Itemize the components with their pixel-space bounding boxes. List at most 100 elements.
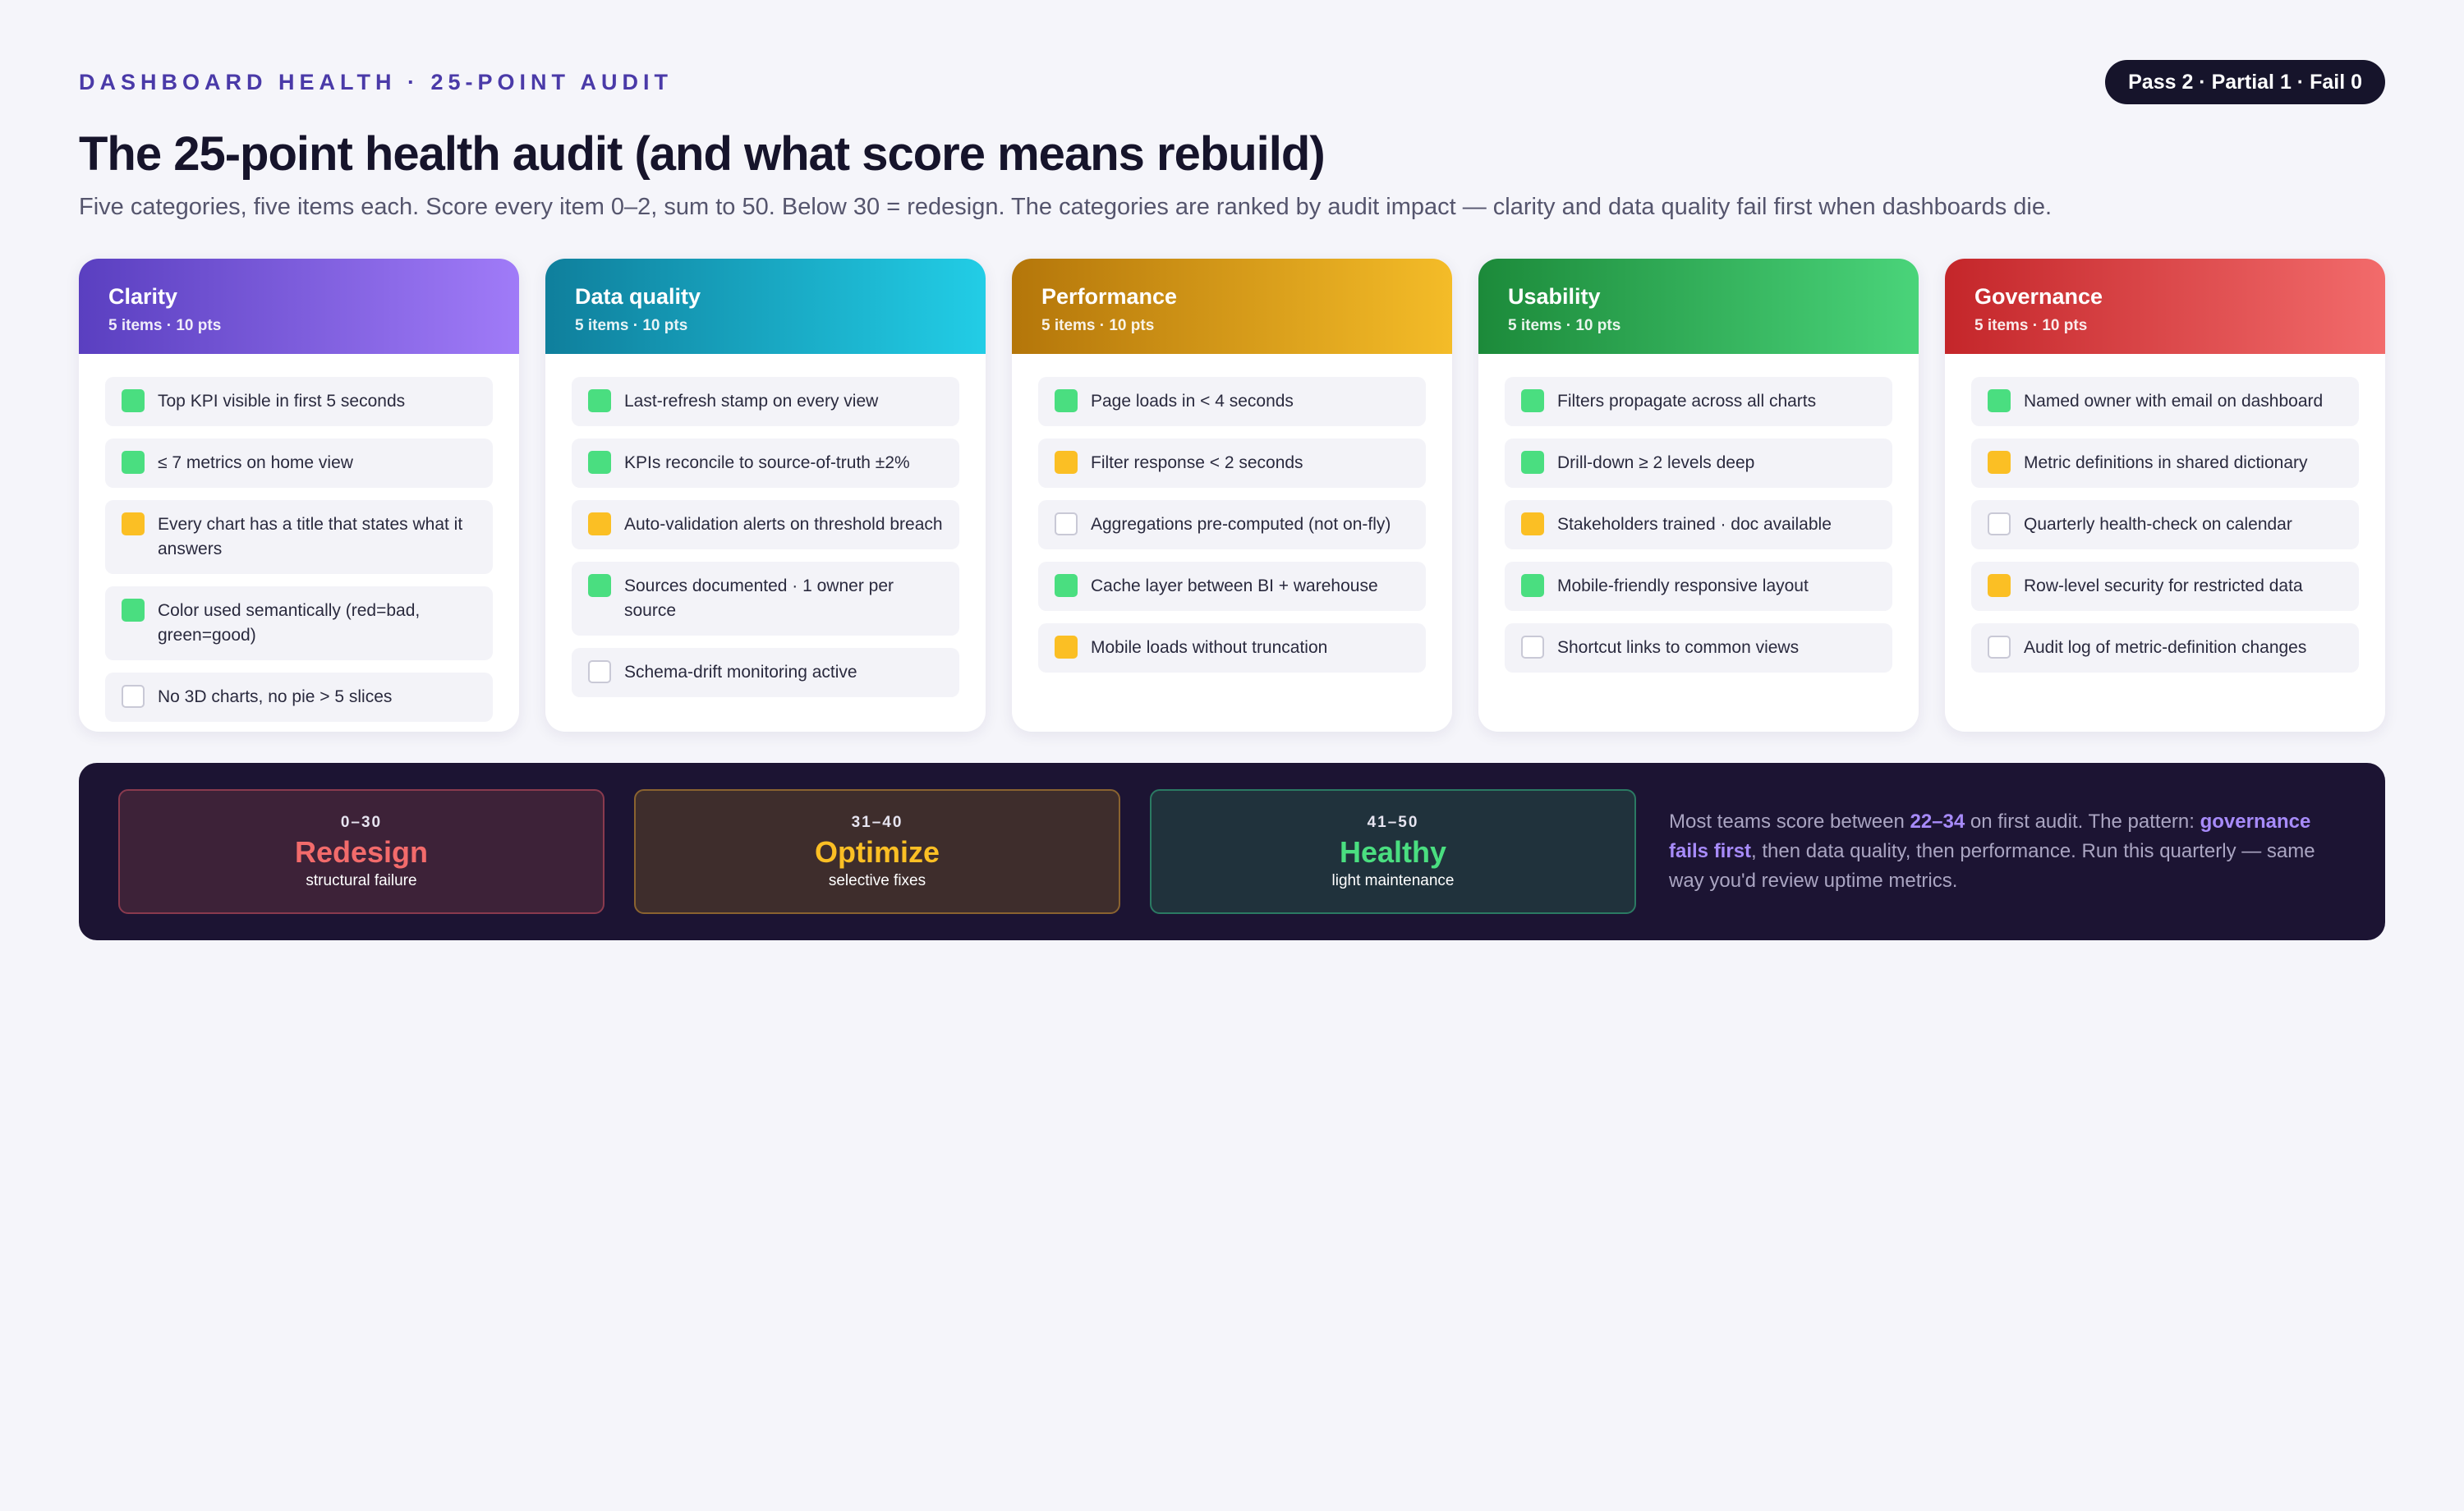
score-summary-badge: Pass 2 · Partial 1 · Fail 0 — [2105, 60, 2385, 104]
fail-checkbox[interactable] — [1055, 512, 1078, 536]
partial-checkbox[interactable] — [1988, 451, 2011, 475]
band-description: light maintenance — [1331, 872, 1455, 890]
fail-checkbox[interactable] — [1521, 636, 1544, 659]
partial-checkbox[interactable] — [1055, 636, 1078, 659]
checklist-item[interactable]: No 3D charts, no pie > 5 slices — [105, 673, 493, 723]
band-range: 0–30 — [340, 813, 383, 831]
fail-checkbox[interactable] — [1988, 512, 2011, 536]
category-header: Governance 5 items · 10 pts — [1945, 259, 2385, 355]
checklist-item[interactable]: Row-level security for restricted data — [1971, 562, 2359, 612]
category-header: Data quality 5 items · 10 pts — [545, 259, 986, 355]
partial-checkbox[interactable] — [122, 512, 145, 536]
pass-checkbox[interactable] — [122, 451, 145, 475]
score-legend: 0–30 Redesign structural failure 31–40 O… — [79, 763, 2385, 941]
checklist: Named owner with email on dashboard Metr… — [1945, 354, 2385, 673]
checklist-item[interactable]: Metric definitions in shared dictionary — [1971, 439, 2359, 489]
checklist-item-label: Metric definitions in shared dictionary — [2024, 453, 2308, 473]
checklist-item-label: Every chart has a title that states what… — [158, 515, 463, 559]
checklist-item-label: Page loads in < 4 seconds — [1091, 392, 1294, 411]
checklist-item[interactable]: Last-refresh stamp on every view — [572, 377, 959, 427]
checklist-item[interactable]: Cache layer between BI + warehouse — [1038, 562, 1426, 612]
category-meta: 5 items · 10 pts — [1508, 316, 1621, 334]
band-description: selective fixes — [828, 872, 926, 890]
category-header: Usability 5 items · 10 pts — [1478, 259, 1919, 355]
fail-checkbox[interactable] — [588, 660, 611, 684]
checklist-item[interactable]: ≤ 7 metrics on home view — [105, 439, 493, 489]
band-healthy: 41–50 Healthy light maintenance — [1150, 789, 1636, 915]
checklist-item-label: Mobile loads without truncation — [1091, 638, 1328, 658]
checklist-item[interactable]: KPIs reconcile to source-of-truth ±2% — [572, 439, 959, 489]
category-title: Governance — [1974, 284, 2103, 310]
category-card-governance: Governance 5 items · 10 pts Named owner … — [1945, 259, 2385, 733]
checklist-item[interactable]: Mobile loads without truncation — [1038, 623, 1426, 673]
pass-checkbox[interactable] — [588, 574, 611, 598]
category-title: Data quality — [575, 284, 701, 310]
pass-checkbox[interactable] — [588, 389, 611, 413]
pass-checkbox[interactable] — [1055, 389, 1078, 413]
checklist-item[interactable]: Filter response < 2 seconds — [1038, 439, 1426, 489]
checklist-item-label: Color used semantically (red=bad, green=… — [158, 601, 421, 645]
pass-checkbox[interactable] — [1988, 389, 2011, 413]
checklist-item[interactable]: Schema-drift monitoring active — [572, 648, 959, 698]
audit-note: Most teams score between 22–34 on first … — [1666, 807, 2346, 896]
checklist-item[interactable]: Color used semantically (red=bad, green=… — [105, 586, 493, 661]
category-card-performance: Performance 5 items · 10 pts Page loads … — [1012, 259, 1452, 733]
checklist-item[interactable]: Auto-validation alerts on threshold brea… — [572, 500, 959, 550]
checklist-item[interactable]: Named owner with email on dashboard — [1971, 377, 2359, 427]
category-meta: 5 items · 10 pts — [1974, 316, 2088, 334]
checklist-item[interactable]: Mobile-friendly responsive layout — [1505, 562, 1892, 612]
checklist-item-label: Filters propagate across all charts — [1557, 392, 1817, 411]
checklist-item-label: KPIs reconcile to source-of-truth ±2% — [624, 453, 910, 473]
partial-checkbox[interactable] — [1521, 512, 1544, 536]
category-title: Clarity — [108, 284, 178, 310]
checklist-item-label: Stakeholders trained · doc available — [1557, 515, 1832, 535]
checklist-item-label: Drill-down ≥ 2 levels deep — [1557, 453, 1755, 473]
top-bar: DASHBOARD HEALTH · 25-POINT AUDIT Pass 2… — [79, 59, 2385, 105]
note-text: on first audit. The pattern: — [1965, 811, 2200, 834]
category-cards: Clarity 5 items · 10 pts Top KPI visible… — [79, 259, 2385, 733]
pass-checkbox[interactable] — [122, 599, 145, 622]
note-text: , then data quality, then performance. R… — [1669, 840, 2315, 893]
checklist-item[interactable]: Quarterly health-check on calendar — [1971, 500, 2359, 550]
partial-checkbox[interactable] — [1988, 574, 2011, 598]
category-card-usability: Usability 5 items · 10 pts Filters propa… — [1478, 259, 1919, 733]
band-redesign: 0–30 Redesign structural failure — [118, 789, 605, 915]
checklist: Top KPI visible in first 5 seconds ≤ 7 m… — [79, 354, 519, 723]
checklist-item[interactable]: Page loads in < 4 seconds — [1038, 377, 1426, 427]
pass-checkbox[interactable] — [122, 389, 145, 413]
checklist-item[interactable]: Stakeholders trained · doc available — [1505, 500, 1892, 550]
pass-checkbox[interactable] — [588, 451, 611, 475]
pass-checkbox[interactable] — [1521, 574, 1544, 598]
checklist-item-label: Cache layer between BI + warehouse — [1091, 576, 1378, 596]
pass-checkbox[interactable] — [1521, 389, 1544, 413]
band-description: structural failure — [306, 872, 417, 890]
checklist-item[interactable]: Filters propagate across all charts — [1505, 377, 1892, 427]
checklist-item-label: Shortcut links to common views — [1557, 638, 1800, 658]
checklist-item[interactable]: Sources documented · 1 owner per source — [572, 562, 959, 636]
partial-checkbox[interactable] — [1055, 451, 1078, 475]
checklist-item-label: Mobile-friendly responsive layout — [1557, 576, 1809, 596]
pass-checkbox[interactable] — [1521, 451, 1544, 475]
category-card-clarity: Clarity 5 items · 10 pts Top KPI visible… — [79, 259, 519, 733]
checklist-item-label: No 3D charts, no pie > 5 slices — [158, 687, 393, 707]
partial-checkbox[interactable] — [588, 512, 611, 536]
band-optimize: 31–40 Optimize selective fixes — [634, 789, 1120, 915]
checklist-item[interactable]: Every chart has a title that states what… — [105, 500, 493, 575]
checklist-item-label: Row-level security for restricted data — [2024, 576, 2303, 596]
checklist-item-label: Last-refresh stamp on every view — [624, 392, 879, 411]
category-card-data-quality: Data quality 5 items · 10 pts Last-refre… — [545, 259, 986, 733]
fail-checkbox[interactable] — [1988, 636, 2011, 659]
checklist-item[interactable]: Top KPI visible in first 5 seconds — [105, 377, 493, 427]
checklist-item-label: Auto-validation alerts on threshold brea… — [624, 515, 943, 535]
checklist-item[interactable]: Aggregations pre-computed (not on-fly) — [1038, 500, 1426, 550]
checklist-item-label: Aggregations pre-computed (not on-fly) — [1091, 515, 1391, 535]
checklist-item-label: Quarterly health-check on calendar — [2024, 515, 2292, 535]
audit-page: DASHBOARD HEALTH · 25-POINT AUDIT Pass 2… — [79, 59, 2385, 941]
fail-checkbox[interactable] — [122, 685, 145, 709]
note-highlight-range: 22–34 — [1910, 811, 1965, 834]
eyebrow-label: DASHBOARD HEALTH · 25-POINT AUDIT — [79, 69, 673, 94]
pass-checkbox[interactable] — [1055, 574, 1078, 598]
checklist-item[interactable]: Audit log of metric-definition changes — [1971, 623, 2359, 673]
checklist-item[interactable]: Drill-down ≥ 2 levels deep — [1505, 439, 1892, 489]
checklist-item[interactable]: Shortcut links to common views — [1505, 623, 1892, 673]
